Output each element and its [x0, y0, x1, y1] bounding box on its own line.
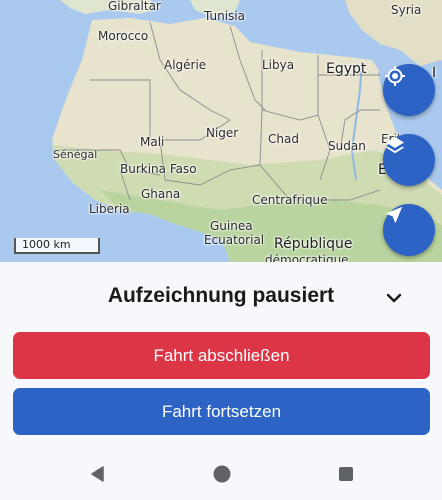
map-label-sudan: Sudan [328, 139, 366, 153]
map-label-ghana: Ghana [141, 187, 181, 201]
collapse-sheet-button[interactable] [382, 286, 406, 310]
map-view[interactable]: Gibraltar Tunisia Syria Morocco Algérie … [0, 0, 442, 262]
recent-square-icon [339, 467, 353, 481]
map-label-centrafrique: Centrafrique [252, 193, 328, 207]
navigation-button[interactable] [383, 204, 435, 256]
back-triangle-icon [91, 466, 104, 482]
chevron-down-icon [386, 293, 402, 303]
map-label-mali: Mali [140, 135, 165, 149]
map-label-democratique: démocratique [265, 253, 349, 262]
system-back-button[interactable] [86, 462, 110, 486]
layers-icon [386, 137, 404, 154]
map-label-senegal: Sénégal [53, 148, 98, 161]
finish-ride-button[interactable]: Fahrt abschließen [13, 332, 430, 379]
navigation-arrow-icon [385, 206, 403, 224]
my-location-icon [385, 66, 405, 86]
map-label-republique: République [274, 236, 353, 252]
system-recent-apps-button[interactable] [334, 462, 358, 486]
map-label-burkina-faso: Burkina Faso [120, 162, 197, 176]
map-label-algerie: Algérie [164, 58, 207, 72]
map-label-morocco: Morocco [98, 29, 149, 43]
map-label-iraq: I [432, 65, 437, 81]
map-scale-label: 1000 km [22, 238, 71, 251]
map-label-libya: Libya [262, 58, 295, 72]
map-layers-button[interactable] [383, 134, 435, 186]
continue-ride-button[interactable]: Fahrt fortsetzen [13, 388, 430, 435]
recording-bottom-sheet: Aufzeichnung pausiert Fahrt abschließen … [0, 262, 442, 500]
map-label-ecuatorial: Ecuatorial [204, 233, 265, 247]
recording-status-title: Aufzeichnung pausiert [107, 284, 335, 307]
map-label-liberia: Liberia [89, 202, 130, 216]
map-label-syria: Syria [391, 3, 422, 17]
map-label-chad: Chad [268, 132, 299, 146]
map-label-gibraltar: Gibraltar [108, 0, 161, 13]
map-label-guinea: Guinea [210, 219, 253, 233]
map-label-egypt: Egypt [326, 61, 367, 77]
map-label-niger: Niger [206, 126, 239, 140]
map-scale-bar: 1000 km [14, 238, 100, 254]
map-label-tunisia: Tunisia [204, 9, 245, 23]
system-home-button[interactable] [210, 462, 234, 486]
home-circle-icon [213, 465, 231, 483]
my-location-button[interactable] [383, 64, 435, 116]
